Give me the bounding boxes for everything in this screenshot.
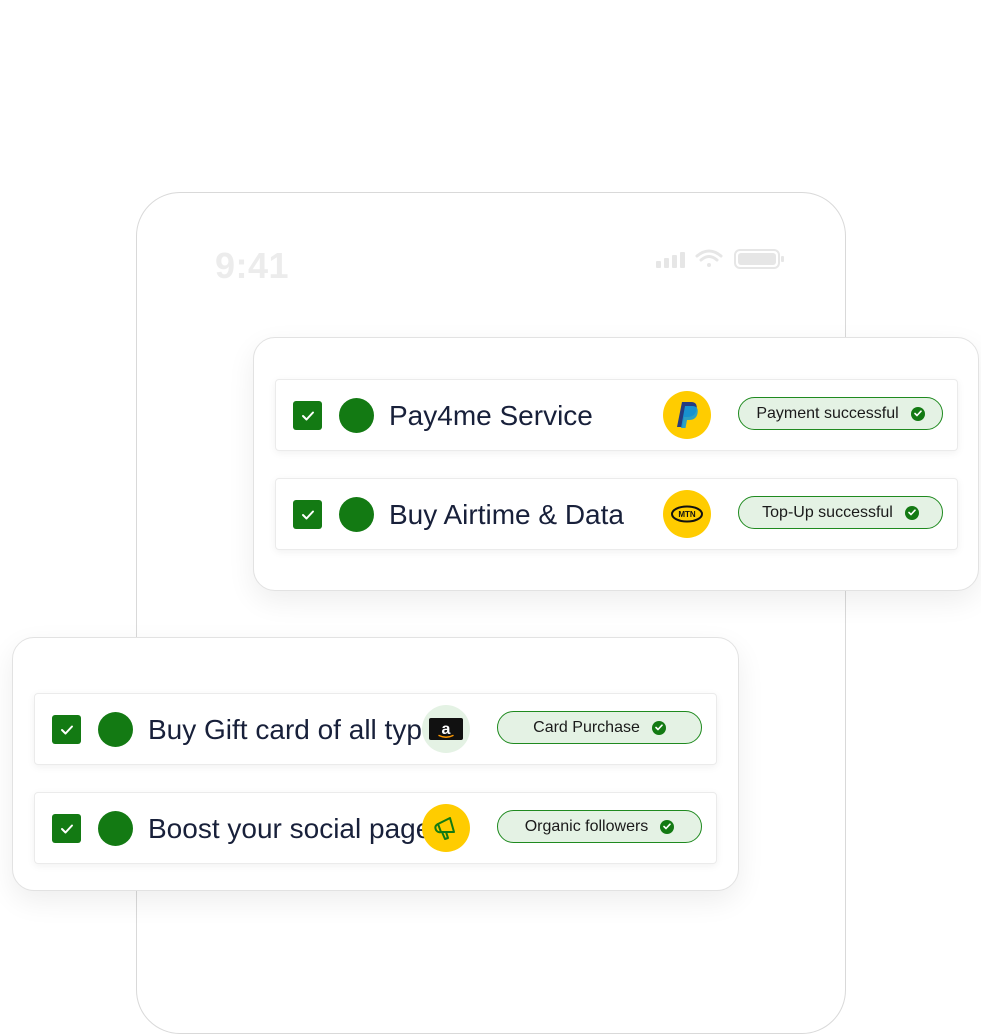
- battery-icon: [734, 249, 784, 269]
- status-badge-label: Card Purchase: [533, 718, 640, 736]
- list-item[interactable]: Pay4me Service Payment successful: [275, 379, 958, 451]
- status-badge-label: Payment successful: [756, 404, 899, 422]
- item-title: Pay4me Service: [389, 400, 593, 431]
- status-badge: Top-Up successful: [738, 496, 943, 529]
- checkmark-icon: [301, 411, 314, 420]
- checkmark-icon: [60, 824, 73, 833]
- checkbox[interactable]: [52, 715, 81, 744]
- checkbox[interactable]: [293, 401, 322, 430]
- check-circle-icon: [660, 819, 675, 834]
- checkmark-icon: [301, 510, 314, 519]
- check-circle-icon: [910, 406, 925, 421]
- status-bar-icons: [655, 247, 785, 278]
- list-item[interactable]: Buy Gift card of all type a Card Purchas…: [34, 693, 717, 765]
- wifi-icon: [695, 249, 723, 267]
- amazon-logo-text: a: [442, 721, 451, 738]
- item-title: Buy Gift card of all type: [148, 714, 438, 745]
- check-circle-icon: [651, 720, 666, 735]
- signal-icon: [656, 252, 685, 268]
- checkmark-icon: [60, 725, 73, 734]
- mtn-logo-text: MTN: [678, 510, 696, 519]
- services-card-bottom: Buy Gift card of all type a Card Purchas…: [12, 637, 739, 891]
- item-title: Buy Airtime & Data: [389, 499, 624, 530]
- status-dot: [339, 497, 374, 532]
- amazon-gift-card-icon: a: [422, 705, 470, 753]
- list-item[interactable]: Buy Airtime & Data MTN Top-Up successful: [275, 478, 958, 550]
- checkbox[interactable]: [293, 500, 322, 529]
- services-card-top: Pay4me Service Payment successful Buy Ai…: [253, 337, 979, 591]
- status-dot: [339, 398, 374, 433]
- status-badge-label: Top-Up successful: [762, 503, 893, 521]
- status-dot: [98, 712, 133, 747]
- status-badge: Payment successful: [738, 397, 943, 430]
- phone-frame: 9:41: [136, 192, 846, 1034]
- checkbox[interactable]: [52, 814, 81, 843]
- status-badge: Organic followers: [497, 810, 702, 843]
- status-bar-time: 9:41: [215, 245, 290, 286]
- status-badge-label: Organic followers: [524, 817, 649, 835]
- status-badge: Card Purchase: [497, 711, 702, 744]
- status-dot: [98, 811, 133, 846]
- list-item[interactable]: Boost your social page Organic followers: [34, 792, 717, 864]
- item-title: Boost your social page: [148, 813, 432, 844]
- check-circle-icon: [904, 505, 919, 520]
- paypal-icon: [663, 391, 711, 439]
- megaphone-icon: [422, 804, 470, 852]
- mtn-icon: MTN: [663, 490, 711, 538]
